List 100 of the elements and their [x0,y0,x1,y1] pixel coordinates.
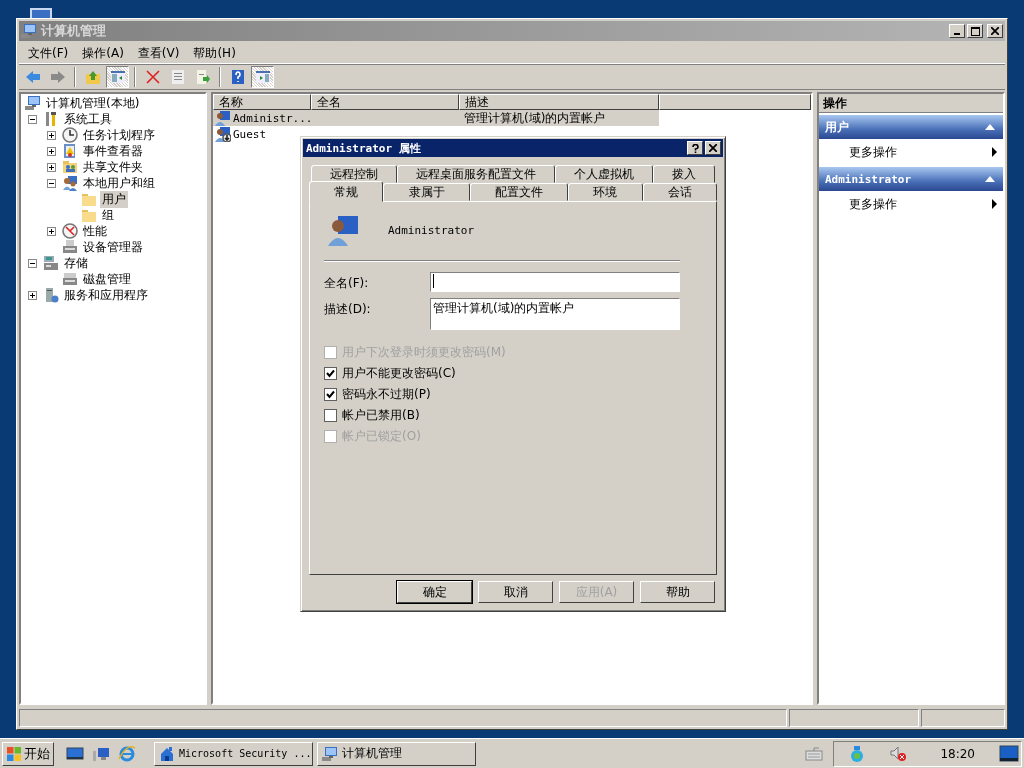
expand-icon[interactable] [47,130,56,140]
tree-item[interactable]: 计算机管理(本地) [44,94,142,112]
collapse-arrow-icon [985,176,995,182]
close-icon [709,144,717,152]
user-icon [215,126,231,142]
tab[interactable]: 隶属于 [383,183,470,201]
tab[interactable]: 配置文件 [469,183,569,201]
tree-item[interactable]: 组 [100,206,116,224]
dialog-button[interactable]: 取消 [478,581,553,603]
ok-button[interactable]: 确定 [397,581,472,603]
server-icon [43,287,59,303]
taskbar-button[interactable]: Microsoft Security ... [154,741,313,766]
collapse-icon[interactable] [28,258,37,268]
menu-item[interactable]: 操作(A) [77,44,133,62]
tab[interactable]: 环境 [568,183,643,201]
collapse-icon[interactable] [47,178,56,188]
tree-item[interactable]: 设备管理器 [81,238,145,256]
delete-icon [144,69,161,85]
disk-icon [62,271,78,287]
tab[interactable]: 远程控制 [311,165,397,183]
close-icon [991,27,999,35]
submenu-arrow-icon [992,199,997,209]
windows-logo-icon [6,745,22,762]
taskbar-button[interactable]: 计算机管理 [317,741,476,766]
collapse-icon[interactable] [28,114,37,124]
tab[interactable]: 常规 [309,181,384,202]
tree-item[interactable]: 共享文件夹 [81,158,145,176]
action-section-header[interactable]: 用户 [819,115,1003,139]
device-icon [62,239,78,255]
export-icon [194,69,211,85]
desktop-shortcut-icon[interactable] [28,6,54,18]
column-header[interactable] [659,94,811,110]
collapse-arrow-icon [985,124,995,130]
list-row[interactable]: Guest [213,126,811,142]
checkbox[interactable] [324,409,337,422]
column-header[interactable]: 全名 [311,94,459,110]
tree-pane-icon [109,69,126,85]
window-title: 计算机管理 [41,22,106,40]
column-header[interactable]: 名称 [213,94,311,110]
column-header[interactable]: 描述 [459,94,659,110]
close-button[interactable] [705,141,721,155]
action-section-header[interactable]: Administrator [819,167,1003,191]
tree-item[interactable]: 服务和应用程序 [62,286,150,304]
clock[interactable]: 18:20 [940,746,975,761]
storage-icon [43,255,59,271]
selected-row[interactable]: Administr... 管理计算机(域)的内置帐户 [213,110,659,126]
log-icon [62,143,78,159]
dialog-button[interactable]: 帮助 [640,581,715,603]
action-pane-icon [254,69,271,85]
action-pane-button[interactable] [251,66,274,88]
tab[interactable]: 个人虚拟机 [555,165,653,183]
tree-item[interactable]: 用户 [100,190,128,208]
up-folder-icon [84,69,101,85]
tab[interactable]: 远程桌面服务配置文件 [397,165,555,183]
checkbox-label: 密码永不过期(P) [342,386,431,403]
maximize-button[interactable] [967,24,983,38]
house-icon [159,745,175,762]
clock-icon [62,127,78,143]
tab[interactable]: 拨入 [653,165,715,183]
field-label: 描述(D): [324,301,372,318]
expand-icon[interactable] [47,226,56,236]
shared-folder-icon [62,159,78,175]
account-name: Administrator [388,223,475,237]
checkbox[interactable] [324,388,337,401]
user-icon [328,214,360,246]
action-item[interactable]: 更多操作 [819,139,1003,165]
start-button[interactable]: 开始 [2,741,54,766]
checkbox[interactable] [324,367,337,380]
minimize-button[interactable] [949,24,965,38]
folder-icon [81,191,97,207]
tree-item[interactable]: 任务计划程序 [81,126,157,144]
close-button[interactable] [987,24,1003,38]
maximize-icon [970,26,980,36]
tree-item[interactable]: 事件查看器 [81,142,145,160]
help-button[interactable] [687,141,703,155]
action-item[interactable]: 更多操作 [819,191,1003,217]
menu-item[interactable]: 查看(V) [132,44,189,62]
expand-icon[interactable] [47,146,56,156]
tree-item[interactable]: 存储 [62,254,90,272]
tree-pane-button[interactable] [106,66,129,88]
properties-icon [169,69,186,85]
desktop-icon[interactable] [999,744,1019,763]
tree-item[interactable]: 性能 [81,222,109,240]
forward-icon [49,69,66,85]
full-name-field[interactable] [430,272,680,292]
expand-icon[interactable] [47,162,56,172]
expand-icon[interactable] [28,290,37,300]
tab[interactable]: 会话 [642,183,718,201]
computer-icon[interactable] [92,745,110,762]
tree-item[interactable]: 系统工具 [62,110,114,128]
tree-item[interactable]: 磁盘管理 [81,270,133,288]
muted-speaker-icon[interactable] [890,745,909,762]
tree-item[interactable]: 本地用户和组 [81,174,157,192]
menu-item[interactable]: 文件(F) [23,44,78,62]
menu-item[interactable]: 帮助(H) [188,44,245,62]
submenu-arrow-icon [992,147,997,157]
computer-icon [25,95,41,111]
show-desktop-icon[interactable] [66,745,84,762]
user-name: Administr... [233,111,313,125]
description-field[interactable]: 管理计算机(域)的内置帐户 [430,298,680,330]
